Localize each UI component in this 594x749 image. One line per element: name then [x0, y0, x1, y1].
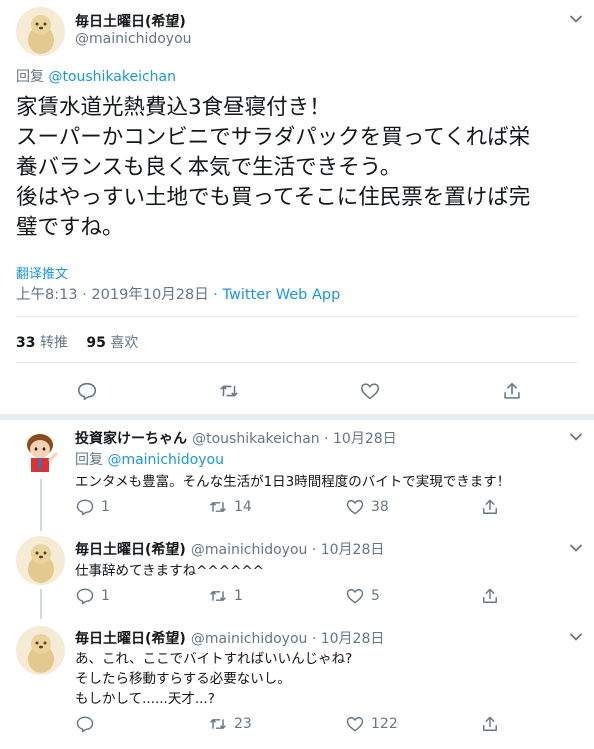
like-count: 38 — [371, 499, 389, 515]
reply-prefix: 回复 — [16, 69, 44, 85]
avatar[interactable] — [16, 7, 65, 56]
tweet-text: 家賃水道光熱費込3食昼寝付き！ スーパーかコンビニでサラダパックを買ってくれば栄… — [16, 93, 586, 243]
dog-avatar-icon — [16, 7, 65, 56]
reply-icon[interactable] — [76, 380, 98, 402]
tweet-source[interactable]: Twitter Web App — [223, 287, 341, 303]
retweet-count: 23 — [234, 716, 252, 732]
share-button[interactable] — [480, 586, 500, 606]
retweet-icon — [210, 591, 226, 601]
tweet-text-line: 家賃水道光熱費込3食昼寝付き！ — [16, 95, 331, 120]
author-handle[interactable]: @toushikakeichan · 10月28日 — [192, 431, 397, 447]
author-name[interactable]: 毎日土曜日(希望) — [75, 542, 186, 558]
reply-icon — [76, 716, 94, 733]
dog-avatar-icon — [16, 536, 65, 585]
avatar[interactable] — [16, 536, 65, 585]
share-icon — [483, 499, 497, 514]
like-icon — [346, 589, 364, 604]
reply-prefix: 回复 — [75, 452, 103, 468]
retweet-count-label[interactable]: 转推 — [40, 335, 68, 351]
author-handle[interactable]: @mainichidoyou · 10月28日 — [191, 631, 384, 647]
avatar[interactable] — [16, 626, 65, 675]
retweet-count[interactable]: 33 — [16, 335, 35, 351]
avatar[interactable] — [16, 426, 65, 475]
section-separator — [0, 414, 594, 420]
share-icon — [483, 716, 497, 731]
reply-text-line: もしかして......天才...? — [75, 691, 215, 707]
reply-count: 1 — [101, 588, 110, 604]
like-button[interactable]: 5 — [345, 586, 380, 606]
tweet-meta: 上午8:13 · 2019年10月28日 · Twitter Web App — [16, 283, 340, 304]
reply-text: 仕事辞めてきますね^^^^^^ — [75, 563, 264, 579]
retweet-icon — [210, 719, 226, 729]
divider — [16, 316, 578, 317]
share-icon — [483, 588, 497, 603]
tweet-text-line: 養バランスも良く本気で生活できそう。 — [16, 155, 402, 180]
reply-context: 回复 @toushikakeichan — [16, 66, 176, 86]
reply-button[interactable]: 1 — [75, 497, 110, 517]
share-icon[interactable] — [501, 380, 523, 402]
reply-button[interactable] — [75, 714, 101, 734]
chevron-down-icon[interactable] — [568, 11, 584, 27]
chevron-down-icon[interactable] — [568, 629, 584, 645]
author-name[interactable]: 投資家けーちゃん — [75, 431, 187, 447]
tweet-text-line: 後はやっすい土地でも買ってそこに住民票を置けば完 — [16, 185, 531, 210]
reply-to-link[interactable]: @mainichidoyou — [107, 452, 224, 468]
reply-button[interactable]: 1 — [75, 586, 110, 606]
reply-text-line: そしたら移動すらする必要ないし。 — [75, 671, 291, 687]
reply-text: あ、これ、ここでバイトすればいいんじゃね? そしたら移動すらする必要ないし。 も… — [75, 649, 352, 709]
retweet-count: 1 — [234, 588, 243, 604]
reply-text: エンタメも豊富。そんな生活が1日3時間程度のバイトで実現できます！ — [75, 474, 511, 490]
like-button[interactable]: 38 — [345, 497, 389, 517]
thread-connector — [40, 479, 42, 531]
chevron-down-icon[interactable] — [568, 540, 584, 556]
reply-icon — [76, 499, 94, 516]
retweet-button[interactable]: 1 — [208, 586, 243, 606]
dog-avatar-icon — [16, 626, 65, 675]
reply-header: 毎日土曜日(希望) @mainichidoyou · 10月28日 — [75, 539, 384, 559]
share-button[interactable] — [480, 497, 500, 517]
translate-link[interactable]: 翻译推文 — [16, 263, 68, 282]
retweet-icon[interactable] — [218, 380, 240, 402]
reply-count: 1 — [101, 499, 110, 515]
tweet-stats: 33 转推 95 喜欢 — [16, 332, 138, 352]
reply-icon — [76, 588, 94, 605]
like-icon — [346, 500, 364, 515]
retweet-button[interactable]: 14 — [208, 497, 252, 517]
like-count-label[interactable]: 喜欢 — [110, 335, 138, 351]
like-count: 5 — [371, 588, 380, 604]
tweet-timestamp[interactable]: 上午8:13 · 2019年10月28日 · — [16, 287, 223, 303]
retweet-count: 14 — [234, 499, 252, 515]
reply-context: 回复 @mainichidoyou — [75, 449, 224, 469]
retweet-icon — [210, 502, 226, 512]
author-handle[interactable]: @mainichidoyou · 10月28日 — [191, 542, 384, 558]
thread-connector — [40, 589, 42, 619]
tweet-text-line: スーパーかコンビニでサラダパックを買ってくれば栄 — [16, 125, 531, 150]
reply-header: 投資家けーちゃん @toushikakeichan · 10月28日 — [75, 428, 397, 448]
chevron-down-icon[interactable] — [568, 429, 584, 445]
like-count: 122 — [371, 716, 398, 732]
reply-to-link[interactable]: @toushikakeichan — [48, 69, 176, 85]
retweet-button[interactable]: 23 — [208, 714, 252, 734]
reply-header: 毎日土曜日(希望) @mainichidoyou · 10月28日 — [75, 628, 384, 648]
divider — [16, 362, 578, 363]
share-button[interactable] — [480, 714, 500, 734]
like-count[interactable]: 95 — [86, 335, 105, 351]
tweet-text-line: 璧ですね。 — [16, 215, 124, 240]
author-handle[interactable]: @mainichidoyou — [75, 31, 192, 47]
reply-text-line: あ、これ、ここでバイトすればいいんじゃね? — [75, 651, 353, 667]
cartoon-boy-avatar-icon — [16, 426, 65, 475]
like-button[interactable]: 122 — [345, 714, 398, 734]
like-icon — [346, 717, 364, 732]
author-name[interactable]: 毎日土曜日(希望) — [75, 11, 186, 31]
author-name[interactable]: 毎日土曜日(希望) — [75, 631, 186, 647]
like-icon[interactable] — [359, 380, 381, 402]
